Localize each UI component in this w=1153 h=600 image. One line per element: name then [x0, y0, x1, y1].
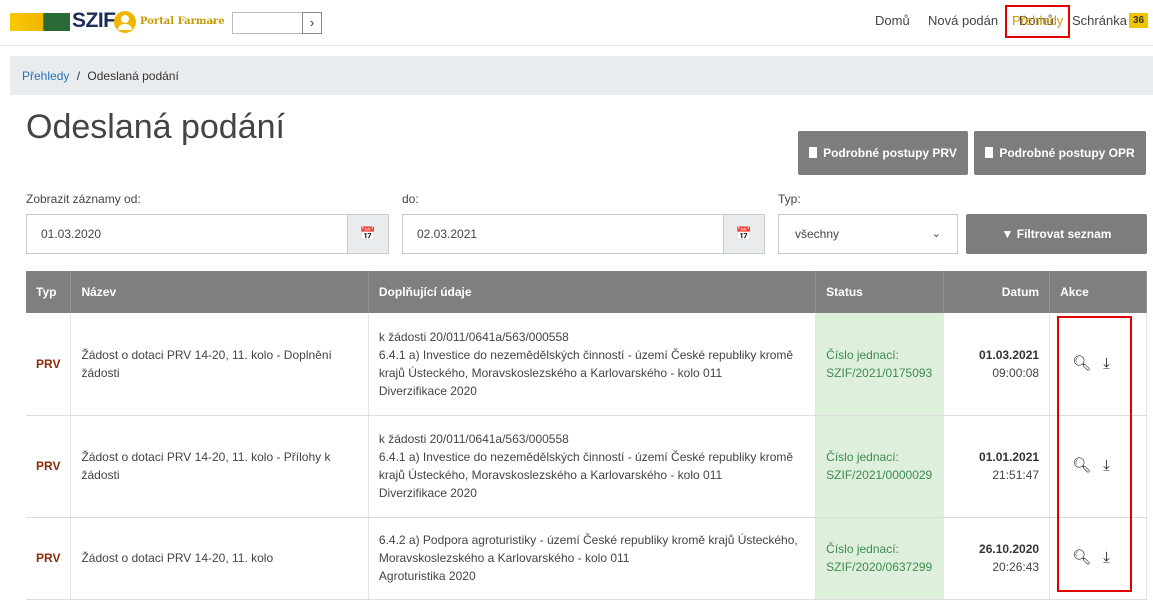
row-datum: 01.01.2021 21:51:47	[943, 415, 1051, 518]
page-title: Odeslaná podání	[26, 108, 285, 146]
download-icon[interactable]: ⤓	[1103, 549, 1110, 567]
from-date-input[interactable]: 01.03.2020	[26, 214, 348, 254]
row-typ: PRV	[26, 313, 72, 416]
opr-button-label: Podrobné postupy OPR	[999, 146, 1135, 160]
col-status[interactable]: Status	[815, 271, 945, 313]
row-typ: PRV	[26, 517, 72, 600]
col-datum[interactable]: Datum	[943, 271, 1051, 313]
row-info: k žádosti 20/011/0641a/563/000558 6.4.1 a…	[368, 313, 817, 416]
row-akce: 🔍︎ ⤓	[1049, 415, 1147, 518]
type-select-value: všechny	[795, 227, 840, 241]
row-status: Číslo jednací: SZIF/2021/0175093	[815, 313, 945, 416]
quick-search-input[interactable]	[232, 12, 302, 34]
prv-button-label: Podrobné postupy PRV	[823, 146, 957, 160]
row-akce: 🔍︎ ⤓	[1049, 313, 1147, 416]
filter-button-label: Filtrovat seznam	[1016, 227, 1112, 241]
nav-domu-link[interactable]: Domů	[875, 13, 910, 28]
download-icon[interactable]: ⤓	[1103, 457, 1110, 475]
chevron-down-icon[interactable]: ⌄	[209, 13, 218, 26]
type-label: Typ:	[778, 192, 801, 206]
quick-search-go-button[interactable]: ›	[302, 12, 322, 34]
table-row: PRV Žádost o dotaci PRV 14-20, 11. kolo …	[26, 517, 1147, 600]
row-status: Číslo jednací: SZIF/2021/0000029	[815, 415, 945, 518]
szif-logo-text[interactable]: SZIF	[72, 9, 116, 33]
col-nazev[interactable]: Název	[70, 271, 369, 313]
breadcrumb-current: Odeslaná podání	[87, 69, 179, 83]
row-typ: PRV	[26, 415, 72, 518]
breadcrumb-link-prehledy[interactable]: Přehledy	[22, 69, 69, 83]
calendar-icon[interactable]: 📅	[347, 214, 389, 254]
opr-procedures-button[interactable]: Podrobné postupy OPR	[974, 131, 1146, 175]
szif-logo-graphic[interactable]	[10, 13, 70, 31]
row-nazev: Žádost o dotaci PRV 14-20, 11. kolo - Do…	[70, 313, 369, 416]
breadcrumb-separator: /	[76, 69, 81, 83]
row-nazev: Žádost o dotaci PRV 14-20, 11. kolo	[70, 517, 369, 600]
col-typ[interactable]: Typ	[26, 271, 72, 313]
row-nazev: Žádost o dotaci PRV 14-20, 11. kolo - Př…	[70, 415, 369, 518]
row-info: k žádosti 20/011/0641a/563/000558 6.4.1 a…	[368, 415, 817, 518]
row-info: 6.4.2 a) Podpora agroturistiky - území Č…	[368, 517, 817, 600]
document-icon	[985, 147, 994, 158]
calendar-icon[interactable]: 📅	[723, 214, 765, 254]
document-icon	[809, 147, 818, 158]
nav-prehledy[interactable]: Přehledy	[1012, 13, 1063, 28]
download-icon[interactable]: ⤓	[1103, 355, 1110, 373]
from-date-label: Zobrazit záznamy od:	[26, 192, 141, 206]
to-date-input[interactable]: 02.03.2021	[402, 214, 724, 254]
user-icon[interactable]	[114, 11, 136, 33]
col-doplnujici[interactable]: Doplňující údaje	[368, 271, 817, 313]
nav-nova-podani-link[interactable]: Nová podán	[928, 13, 998, 28]
table-header-row: Typ Název Doplňující údaje Status Datum …	[26, 271, 1147, 313]
prv-procedures-button[interactable]: Podrobné postupy PRV	[798, 131, 968, 175]
nav-schranka[interactable]: Schránka	[1072, 13, 1127, 28]
chevron-down-icon: ⌄	[931, 228, 941, 240]
row-datum: 01.03.2021 09:00:08	[943, 313, 1051, 416]
submissions-table: Typ Název Doplňující údaje Status Datum …	[26, 271, 1147, 600]
to-date-label: do:	[402, 192, 419, 206]
row-akce: 🔍︎ ⤓	[1049, 517, 1147, 600]
row-status: Číslo jednací: SZIF/2020/0637299	[815, 517, 945, 600]
type-select[interactable]: všechny ⌄	[778, 214, 958, 254]
magnifier-icon[interactable]: 🔍︎	[1072, 549, 1091, 567]
magnifier-icon[interactable]: 🔍︎	[1072, 355, 1091, 373]
col-akce: Akce	[1049, 271, 1147, 313]
magnifier-icon[interactable]: 🔍︎	[1072, 457, 1091, 475]
funnel-icon: ▼	[1001, 227, 1014, 241]
schranka-count-badge: 36	[1129, 13, 1149, 28]
table-row: PRV Žádost o dotaci PRV 14-20, 11. kolo …	[26, 415, 1147, 518]
row-datum: 26.10.2020 20:26:43	[943, 517, 1051, 600]
breadcrumb: Přehledy / Odeslaná podání	[10, 56, 1153, 95]
filter-list-button[interactable]: ▼ Filtrovat seznam	[966, 214, 1147, 254]
table-row: PRV Žádost o dotaci PRV 14-20, 11. kolo …	[26, 313, 1147, 416]
